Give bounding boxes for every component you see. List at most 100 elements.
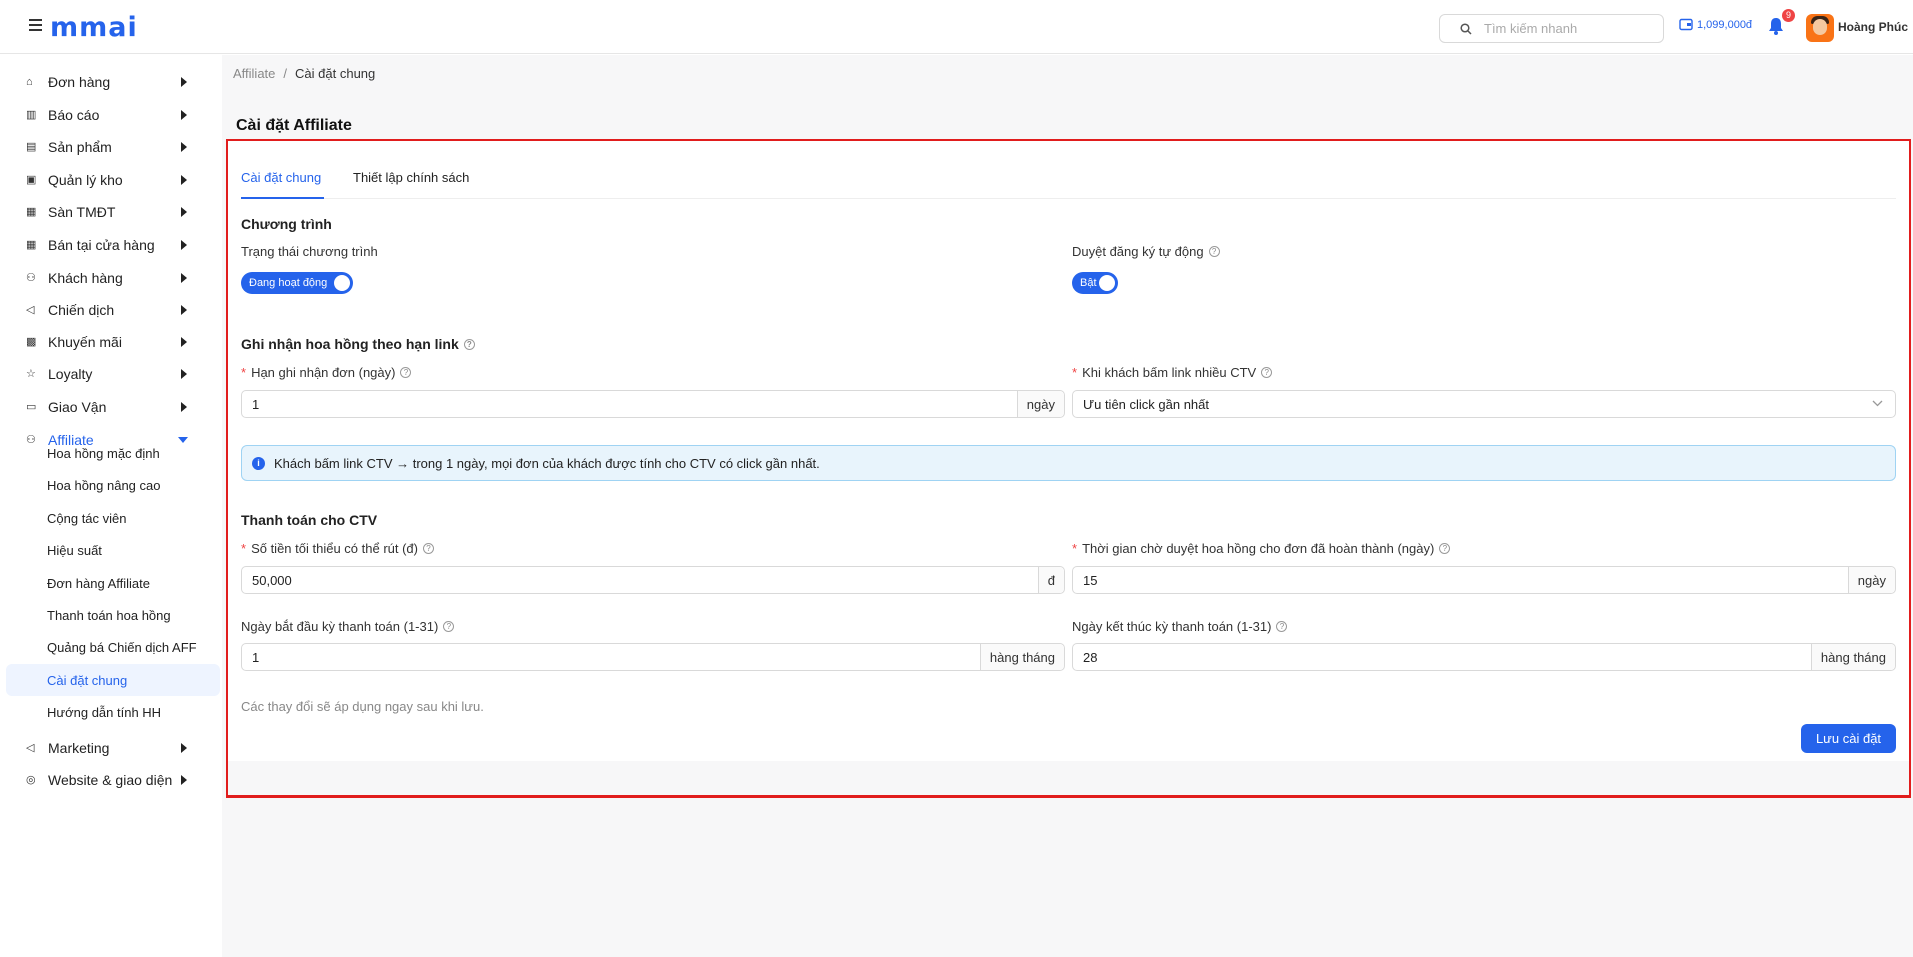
caret-icon bbox=[181, 305, 187, 315]
sidebar-item-after-1[interactable]: ◎ Website & giao diện bbox=[0, 764, 222, 796]
min-amount-input[interactable]: 50,000 đ bbox=[241, 566, 1065, 594]
sidebar-item-2[interactable]: ▤ Sản phẩm bbox=[0, 131, 222, 163]
sidebar-item-label: Website & giao diện bbox=[48, 772, 173, 788]
megaphone-icon: ◁ bbox=[26, 304, 35, 316]
app-logo[interactable]: mmai bbox=[50, 14, 138, 42]
sidebar-subitem-7[interactable]: Cài đặt chung bbox=[6, 664, 220, 696]
sidebar-item-label: Bán tại cửa hàng bbox=[48, 237, 155, 253]
toggle-knob bbox=[1099, 275, 1115, 291]
sidebar-item-0[interactable]: ⌂ Đơn hàng bbox=[0, 66, 222, 98]
bell-icon[interactable] bbox=[1767, 16, 1785, 39]
caret-icon bbox=[181, 110, 187, 120]
tab-policy[interactable]: Thiết lập chính sách bbox=[353, 170, 469, 185]
breadcrumb-affiliate[interactable]: Affiliate bbox=[233, 66, 275, 81]
truck-icon: ▭ bbox=[26, 401, 37, 413]
sidebar-subitem-8[interactable]: Hướng dẫn tính HH bbox=[0, 696, 222, 728]
save-button[interactable]: Lưu cài đặt bbox=[1801, 724, 1896, 753]
breadcrumb-current: Cài đặt chung bbox=[295, 66, 376, 81]
sidebar: ⌂ Đơn hàng ▥ Báo cáo ▤ Sản phẩm ▣ Quản lý kho ▦ S… bbox=[0, 55, 222, 957]
deadline-unit: ngày bbox=[1016, 391, 1064, 417]
help-icon[interactable]: ? bbox=[423, 543, 434, 554]
sidebar-subitem-4[interactable]: Đơn hàng Affiliate bbox=[0, 567, 222, 599]
period-start-unit: hàng tháng bbox=[979, 644, 1064, 670]
search-input[interactable]: Tìm kiếm nhanh bbox=[1439, 14, 1664, 43]
auto-approve-label: Duyệt đăng ký tự động? bbox=[1072, 244, 1220, 259]
sidebar-subitem-6[interactable]: Quảng bá Chiến dịch AFF bbox=[0, 631, 222, 663]
user-name[interactable]: Hoàng Phúc bbox=[1838, 20, 1908, 34]
sidebar-item-label: Khách hàng bbox=[48, 270, 123, 286]
gift-icon: ▩ bbox=[26, 336, 37, 348]
sidebar-item-label: Loyalty bbox=[48, 366, 93, 382]
auto-approve-toggle[interactable]: Bật bbox=[1072, 272, 1118, 294]
wait-time-input[interactable]: 15 ngày bbox=[1072, 566, 1896, 594]
required-mark: * bbox=[241, 365, 247, 380]
chevron-down-icon bbox=[1872, 400, 1883, 407]
sidebar-item-10[interactable]: ▭ Giao Vận bbox=[0, 391, 222, 423]
multi-click-label-text: Khi khách bấm link nhiều CTV bbox=[1082, 365, 1257, 380]
sidebar-subitem-5[interactable]: Thanh toán hoa hồng bbox=[0, 599, 222, 631]
program-status-toggle[interactable]: Đang hoạt động bbox=[241, 272, 353, 294]
help-icon[interactable]: ? bbox=[443, 621, 455, 632]
search-icon bbox=[1460, 22, 1472, 35]
help-icon[interactable]: ? bbox=[400, 367, 412, 378]
sidebar-item-after-0[interactable]: ◁ Marketing bbox=[0, 732, 222, 764]
period-end-value: 28 bbox=[1083, 649, 1098, 665]
sidebar-item-label: Sàn TMĐT bbox=[48, 204, 116, 220]
bag-icon: ⌂ bbox=[26, 76, 33, 88]
sidebar-item-6[interactable]: ⚇ Khách hàng bbox=[0, 262, 222, 294]
sidebar-item-label: Chiến dịch bbox=[48, 302, 115, 318]
deadline-value: 1 bbox=[252, 396, 260, 412]
marketing-icon: ◁ bbox=[26, 742, 35, 754]
wait-time-label-text: Thời gian chờ duyệt hoa hồng cho đơn đã … bbox=[1082, 541, 1435, 556]
help-icon[interactable]: ? bbox=[1439, 543, 1451, 554]
sidebar-item-1[interactable]: ▥ Báo cáo bbox=[0, 99, 222, 131]
wallet-balance[interactable]: 1,099,000đ bbox=[1679, 18, 1752, 31]
menu-icon[interactable] bbox=[29, 19, 42, 31]
help-icon[interactable]: ? bbox=[1208, 246, 1220, 257]
shop-icon: ▦ bbox=[26, 239, 37, 251]
period-end-label: Ngày kết thúc kỳ thanh toán (1-31)? bbox=[1072, 619, 1288, 634]
period-start-input[interactable]: 1 hàng tháng bbox=[241, 643, 1065, 671]
sidebar-subitem-1[interactable]: Hoa hồng nâng cao bbox=[0, 469, 222, 501]
sidebar-item-5[interactable]: ▦ Bán tại cửa hàng bbox=[0, 229, 222, 261]
program-section-title: Chương trình bbox=[241, 216, 332, 232]
save-hint: Các thay đổi sẽ áp dụng ngay sau khi lưu… bbox=[241, 699, 484, 714]
sidebar-item-3[interactable]: ▣ Quản lý kho bbox=[0, 164, 222, 196]
wait-time-value: 15 bbox=[1083, 572, 1098, 588]
deadline-label-text: Hạn ghi nhận đơn (ngày) bbox=[251, 365, 396, 380]
link-commission-title-text: Ghi nhận hoa hồng theo hạn link bbox=[241, 336, 459, 352]
period-start-label-text: Ngày bắt đầu kỳ thanh toán (1-31) bbox=[241, 619, 439, 634]
tab-general[interactable]: Cài đặt chung bbox=[241, 170, 321, 185]
sidebar-subitem-3[interactable]: Hiệu suất bbox=[0, 534, 222, 566]
sidebar-item-9[interactable]: ☆ Loyalty bbox=[0, 358, 222, 390]
breadcrumb-separator: / bbox=[283, 66, 288, 81]
notification-badge: 9 bbox=[1782, 9, 1795, 22]
multi-click-select[interactable]: Ưu tiên click gần nhất bbox=[1072, 390, 1896, 418]
sidebar-subitem-2[interactable]: Cộng tác viên bbox=[0, 502, 222, 534]
warehouse-icon: ▣ bbox=[26, 174, 37, 186]
caret-icon bbox=[181, 175, 187, 185]
info-banner: i Khách bấm link CTV → trong 1 ngày, mọi… bbox=[241, 445, 1896, 481]
sidebar-item-7[interactable]: ◁ Chiến dịch bbox=[0, 294, 222, 326]
sidebar-item-label: Báo cáo bbox=[48, 107, 100, 123]
caret-icon bbox=[181, 337, 187, 347]
wallet-amount: 1,099,000đ bbox=[1697, 18, 1753, 31]
sidebar-item-4[interactable]: ▦ Sàn TMĐT bbox=[0, 196, 222, 228]
settings-tabs: Cài đặt chung Thiết lập chính sách bbox=[241, 160, 1896, 199]
deadline-input[interactable]: 1 ngày bbox=[241, 390, 1065, 418]
avatar[interactable] bbox=[1806, 14, 1834, 42]
multi-click-label: * Khi khách bấm link nhiều CTV? bbox=[1072, 365, 1273, 380]
search-placeholder: Tìm kiếm nhanh bbox=[1484, 21, 1578, 36]
sidebar-subitem-0[interactable]: Hoa hồng mặc định bbox=[0, 437, 222, 469]
period-end-unit: hàng tháng bbox=[1810, 644, 1895, 670]
min-amount-label: * Số tiền tối thiểu có thể rút (đ)? bbox=[241, 541, 434, 556]
help-icon[interactable]: ? bbox=[1276, 621, 1288, 632]
help-icon[interactable]: ? bbox=[1261, 367, 1273, 378]
sidebar-item-label: Sản phẩm bbox=[48, 139, 112, 155]
period-start-label: Ngày bắt đầu kỳ thanh toán (1-31)? bbox=[241, 619, 455, 634]
period-start-value: 1 bbox=[252, 649, 260, 665]
sidebar-item-8[interactable]: ▩ Khuyến mãi bbox=[0, 326, 222, 358]
help-icon[interactable]: ? bbox=[463, 338, 475, 350]
period-end-label-text: Ngày kết thúc kỳ thanh toán (1-31) bbox=[1072, 619, 1272, 634]
period-end-input[interactable]: 28 hàng tháng bbox=[1072, 643, 1896, 671]
